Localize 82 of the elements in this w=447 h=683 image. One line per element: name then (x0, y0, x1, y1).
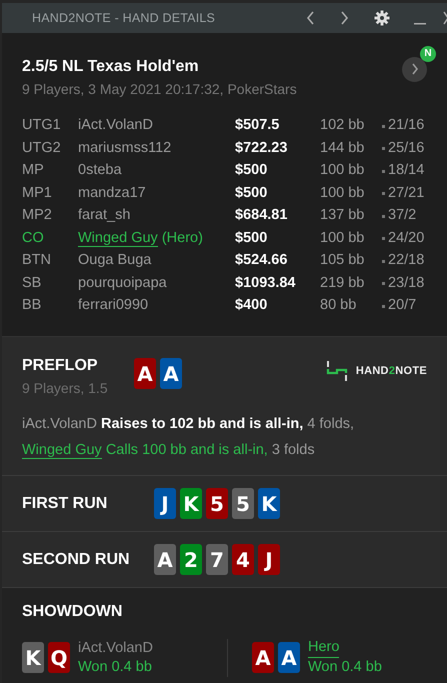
player-name: 0steba (78, 161, 123, 180)
next-hand-button[interactable] (402, 57, 427, 82)
action-text: Winged Guy Calls 100 bb and is all-in, 3 folds (22, 441, 316, 461)
playing-card: Q (48, 642, 70, 673)
player-link[interactable]: Hero (308, 638, 340, 658)
stack-amount: $500 (235, 184, 268, 203)
position-label: MP2 (22, 206, 53, 226)
playing-card: J (154, 488, 176, 519)
result-text: Won 0.4 bb (308, 658, 382, 677)
logo-text: HAND2NOTE (356, 364, 427, 379)
new-badge: N (420, 46, 436, 62)
playing-card: A (154, 544, 176, 575)
stack-bb: 102 bb (320, 116, 366, 136)
section-title: FIRST RUN (22, 494, 108, 514)
player-name: mandza17 (78, 184, 147, 203)
player-name: pourquoipapa (78, 274, 168, 293)
player-link[interactable]: Winged Guy (78, 230, 158, 247)
playing-card: 5 (232, 488, 254, 519)
player-stats: 27/21 (388, 184, 424, 203)
position-label: BTN (22, 251, 52, 270)
player-stats: 25/16 (388, 138, 424, 158)
playing-card: K (258, 488, 280, 519)
player-stats: 37/2 (388, 206, 416, 226)
section-title: SECOND RUN (22, 550, 131, 570)
playing-card: A (134, 358, 156, 389)
playing-card: K (22, 642, 44, 673)
player-stats: 22/18 (388, 251, 424, 270)
stack-amount: $500 (235, 161, 268, 180)
player-name: ferrari0990 (78, 296, 150, 316)
section-title: SHOWDOWN (22, 602, 124, 622)
stack-bb: 100 bb (320, 184, 366, 203)
section-subtitle: 9 Players, 1.5 (22, 379, 109, 398)
player-name: iAct.VolanD (78, 116, 154, 136)
position-label: MP (22, 161, 45, 180)
position-label: UTG1 (22, 116, 62, 136)
player-stats: 24/20 (388, 228, 424, 248)
player-name: Ouga Buga (78, 251, 152, 270)
position-label: MP1 (22, 184, 53, 203)
result-text: Won 0.4 bb (78, 658, 153, 676)
playing-card: K (180, 488, 202, 519)
position-label: CO (22, 228, 45, 248)
playing-card: A (160, 358, 182, 389)
stack-bb: 100 bb (320, 228, 366, 248)
hero-tag: (Hero) (162, 230, 203, 246)
playing-card: J (258, 544, 280, 575)
position-label: UTG2 (22, 138, 62, 158)
stack-bb: 105 bb (320, 251, 366, 270)
section-title: PREFLOP (22, 356, 99, 376)
stack-amount: $684.81 (235, 206, 288, 226)
player-name: iAct.VolanD (78, 638, 153, 658)
playing-card: A (252, 642, 274, 673)
stack-amount: $722.23 (235, 138, 288, 158)
stack-bb: 100 bb (320, 161, 366, 180)
hand-subtitle: 9 Players, 3 May 2021 20:17:32, PokerStars (22, 80, 297, 99)
player-link[interactable]: Winged Guy (22, 442, 102, 459)
player-stats: 20/7 (388, 296, 416, 316)
playing-card: 4 (232, 544, 254, 575)
player-stats: 21/16 (388, 116, 424, 136)
position-label: BB (22, 296, 42, 316)
playing-card: 2 (180, 544, 202, 575)
stack-bb: 80 bb (320, 296, 358, 316)
stack-bb: 137 bb (320, 206, 366, 226)
player-name: mariusmss112 (78, 138, 172, 158)
stack-bb: 144 bb (320, 138, 366, 158)
stack-amount: $507.5 (235, 116, 280, 136)
logo-icon (326, 360, 348, 382)
position-label: SB (22, 274, 42, 293)
stack-amount: $500 (235, 228, 268, 248)
player-stats: 23/18 (388, 274, 424, 293)
stack-amount: $524.66 (235, 251, 288, 270)
action-text: iAct.VolanD Raises to 102 bb and is all-in, 4 folds, (22, 415, 356, 434)
player-stats: 18/14 (388, 161, 424, 180)
stack-bb: 219 bb (320, 274, 366, 293)
chevron-right-icon (410, 62, 418, 75)
playing-card: 5 (206, 488, 228, 519)
stack-amount: $1093.84 (235, 274, 296, 293)
playing-card: A (278, 642, 300, 673)
stack-amount: $400 (235, 296, 268, 316)
hand-title: 2.5/5 NL Texas Hold'em (22, 57, 200, 77)
window-title: HAND2NOTE - HAND DETAILS (32, 10, 216, 27)
player-name: farat_sh (78, 206, 132, 226)
playing-card: 7 (206, 544, 228, 575)
